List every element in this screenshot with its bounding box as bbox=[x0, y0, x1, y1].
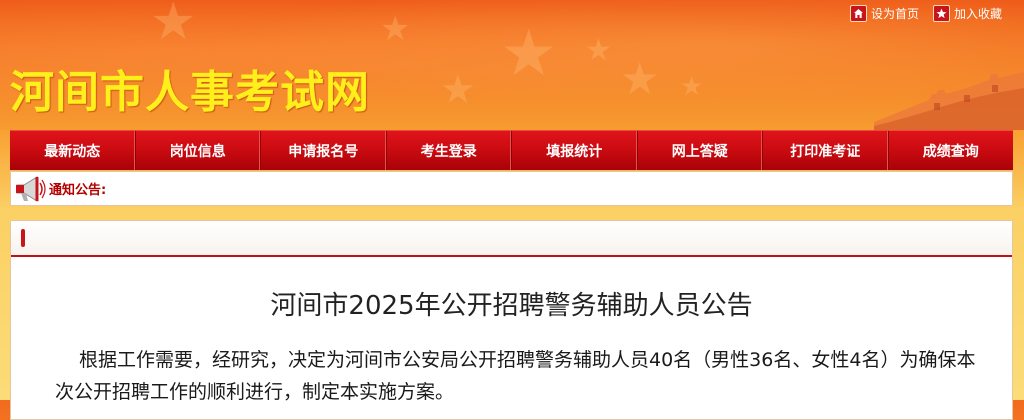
set-homepage-link[interactable]: 设为首页 bbox=[849, 5, 919, 22]
article-paragraph: 根据工作需要，经研究，决定为河间市公安局公开招聘警务辅助人员40名（男性36名、… bbox=[55, 349, 976, 403]
section-marker bbox=[21, 229, 25, 247]
nav-item-latest-news[interactable]: 最新动态 bbox=[10, 131, 136, 170]
decor-star-icon: ★ bbox=[500, 17, 558, 91]
nav-item-apply-registration-number[interactable]: 申请报名号 bbox=[261, 131, 387, 170]
decor-star-icon: ★ bbox=[680, 72, 704, 102]
star-icon bbox=[932, 5, 950, 22]
decor-star-icon: ★ bbox=[380, 9, 411, 49]
nav-item-print-admission-ticket[interactable]: 打印准考证 bbox=[763, 131, 889, 170]
nav-item-candidate-login[interactable]: 考生登录 bbox=[387, 131, 512, 170]
nav-item-position-info[interactable]: 岗位信息 bbox=[136, 131, 261, 170]
site-banner: ★ ★ ★ ★ ★ ★ ★ 设为首页 加入收藏 河间市人事考试网 bbox=[0, 0, 1024, 130]
article-panel: 河间市2025年公开招聘警务辅助人员公告 根据工作需要，经研究，决定为河间市公安… bbox=[10, 220, 1013, 420]
megaphone-icon bbox=[16, 175, 46, 202]
article-body: 根据工作需要，经研究，决定为河间市公安局公开招聘警务辅助人员40名（男性36名、… bbox=[11, 344, 1012, 408]
article-title: 河间市2025年公开招聘警务辅助人员公告 bbox=[270, 291, 753, 321]
nav-item-online-qa[interactable]: 网上答疑 bbox=[638, 131, 763, 170]
article-panel-header bbox=[11, 221, 1012, 257]
add-favorite-label: 加入收藏 bbox=[953, 7, 1002, 21]
notice-bar: 通知公告: bbox=[10, 171, 1013, 206]
site-title: 河间市人事考试网 bbox=[10, 67, 370, 118]
set-homepage-label: 设为首页 bbox=[870, 7, 919, 21]
notice-label: 通知公告: bbox=[49, 183, 107, 198]
decor-star-icon: ★ bbox=[620, 54, 660, 105]
add-favorite-link[interactable]: 加入收藏 bbox=[932, 5, 1002, 22]
decor-star-icon: ★ bbox=[440, 67, 476, 113]
nav-item-score-query[interactable]: 成绩查询 bbox=[889, 131, 1014, 170]
top-links: 设为首页 加入收藏 bbox=[849, 5, 1002, 22]
decor-star-icon: ★ bbox=[585, 33, 612, 68]
great-wall-icon bbox=[874, 72, 1024, 130]
main-nav: 最新动态 岗位信息 申请报名号 考生登录 填报统计 网上答疑 打印准考证 成绩查… bbox=[10, 130, 1013, 170]
home-icon bbox=[849, 5, 867, 22]
decor-star-icon: ★ bbox=[150, 0, 197, 52]
nav-item-registration-stats[interactable]: 填报统计 bbox=[512, 131, 638, 170]
